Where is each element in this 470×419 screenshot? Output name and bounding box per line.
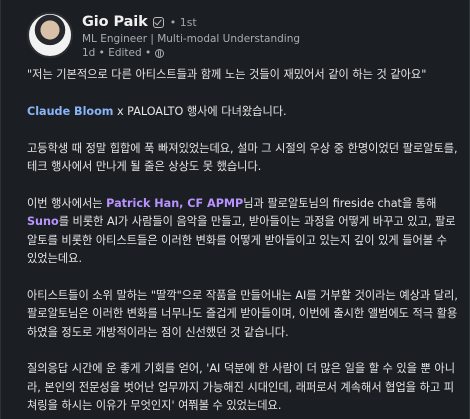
author-avatar[interactable]	[27, 12, 73, 58]
connection-degree: • 1st	[169, 15, 197, 29]
event-mention-link[interactable]: Claude Bloom	[27, 105, 113, 118]
para3-text-b: 님과 팔로알토님의 fireside chat을 통해	[243, 196, 437, 210]
author-name-row: Gio Paik • 1st	[82, 13, 300, 31]
suno-mention-link[interactable]: Suno	[27, 215, 59, 228]
post-timestamp: 1d • Edited •	[82, 47, 152, 59]
post-event-line: Claude Bloom x PALOALTO 행사에 다녀왔습니다.	[27, 103, 459, 121]
post-timestamp-row: 1d • Edited •	[82, 46, 300, 60]
verified-icon	[152, 16, 164, 28]
para3-text-a: 이번 행사에서는	[27, 196, 107, 210]
post-paragraph-5: 질의응답 시간에 운 좋게 기회를 얻어, 'AI 덕분에 한 사람이 더 많은…	[27, 362, 455, 413]
post-quote: "저는 기본적으로 다른 아티스트들과 함께 노는 것들이 재밌어서 같이 하는…	[27, 68, 427, 81]
author-headline: ML Engineer | Multi-modal Understanding	[82, 33, 301, 45]
post-paragraph-3: 이번 행사에서는 Patrick Han, CF APMP님과 팔로알토님의 f…	[27, 195, 459, 269]
para3-text-c: 를 비롯한 AI가 사람들이 음악을 만들고, 받아들이는 과정을 어떻게 바꾸…	[27, 215, 456, 266]
author-meta: Gio Paik • 1st ML Engineer | Multi-modal…	[82, 13, 300, 62]
event-line-text: x PALOALTO 행사에 다녀왔습니다.	[113, 104, 287, 118]
post-paragraph-2: 고등학생 때 정말 힙합에 푹 빠져있었는데요, 설마 그 시절의 우상 중 한…	[27, 141, 458, 173]
author-name[interactable]: Gio Paik	[82, 14, 148, 30]
post-card: Gio Paik • 1st ML Engineer | Multi-modal…	[0, 0, 470, 419]
post-paragraph-4: 아티스트들이 소위 말하는 "딸깍"으로 작품을 만들어내는 AI를 거부할 것…	[27, 288, 458, 339]
globe-icon	[155, 48, 165, 58]
post-header: Gio Paik • 1st ML Engineer | Multi-modal…	[27, 12, 300, 62]
patrick-han-mention-link[interactable]: Patrick Han, CF APMP	[106, 197, 243, 210]
post-body: "저는 기본적으로 다른 아티스트들과 함께 노는 것들이 재밌어서 같이 하는…	[27, 66, 459, 416]
